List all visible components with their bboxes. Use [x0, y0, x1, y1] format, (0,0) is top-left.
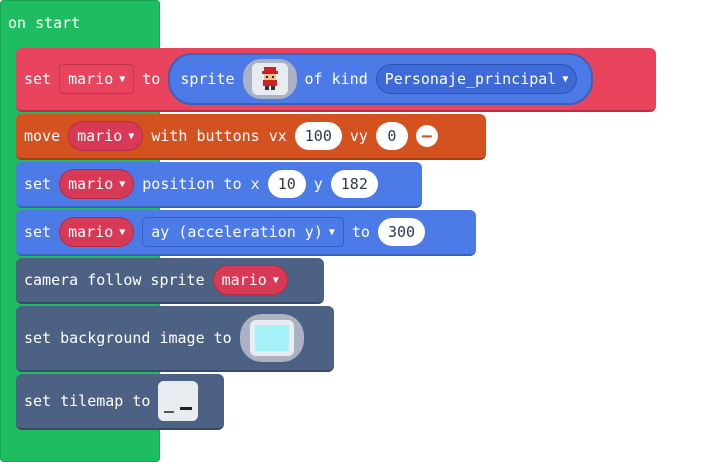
chevron-down-icon: ▼ [119, 178, 126, 190]
to-label: to [142, 70, 161, 88]
set-position-block[interactable]: set mario ▼ position to x 10 y 182 [16, 162, 422, 208]
chevron-down-icon: ▼ [119, 73, 126, 85]
background-image-icon [249, 320, 294, 356]
chevron-down-icon: ▼ [272, 274, 279, 286]
remove-parameter-icon[interactable]: − [415, 125, 438, 147]
set-label: set [24, 70, 52, 88]
variable-dropdown[interactable]: mario ▼ [68, 121, 144, 151]
vx-input[interactable]: 100 [294, 122, 342, 150]
camera-follow-block[interactable]: camera follow sprite mario ▼ [16, 258, 324, 304]
camera-follow-label: camera follow sprite [24, 271, 205, 289]
sprite-label: sprite [180, 70, 235, 88]
vy-input[interactable]: 0 [375, 122, 408, 150]
move-label: move [24, 127, 61, 145]
variable-dropdown[interactable]: mario ▼ [59, 217, 135, 247]
chevron-down-icon: ▼ [328, 226, 335, 238]
variable-dropdown[interactable]: mario ▼ [59, 169, 135, 199]
y-label: y [313, 175, 323, 193]
sprite-create-reporter[interactable]: sprite of kind Personaje_principal ▼ [168, 53, 594, 105]
property-name: ay (acceleration y) [151, 223, 323, 241]
set-sprite-block[interactable]: set mario ▼ to sprite of kind Personaje_… [16, 48, 656, 112]
x-input[interactable]: 10 [267, 170, 306, 198]
set-background-image-block[interactable]: set background image to [16, 306, 334, 372]
variable-dropdown[interactable]: mario ▼ [212, 265, 288, 295]
value-input[interactable]: 300 [377, 218, 426, 246]
position-label: position to x [142, 175, 260, 193]
variable-name: mario [68, 70, 114, 88]
tilemap-slot[interactable] [158, 381, 199, 421]
set-tilemap-block[interactable]: set tilemap to [16, 374, 224, 430]
sprite-image-slot[interactable] [242, 59, 297, 99]
variable-dropdown[interactable]: mario ▼ [59, 64, 135, 94]
set-label: set [24, 223, 52, 241]
set-property-block[interactable]: set mario ▼ ay (acceleration y) ▼ to 300 [16, 210, 476, 256]
set-background-label: set background image to [24, 329, 232, 347]
with-buttons-label: with buttons vx [151, 127, 287, 145]
property-dropdown[interactable]: ay (acceleration y) ▼ [142, 217, 344, 247]
chevron-down-icon: ▼ [562, 73, 569, 85]
vy-label: vy [349, 127, 368, 145]
variable-name: mario [68, 223, 114, 241]
y-input[interactable]: 182 [330, 170, 378, 198]
mario-sprite-icon [251, 63, 288, 95]
set-label: set [24, 175, 52, 193]
of-kind-label: of kind [304, 70, 368, 88]
kind-name: Personaje_principal [384, 70, 557, 88]
tilemap-icon [158, 381, 199, 421]
move-with-buttons-block[interactable]: move mario ▼ with buttons vx 100 vy 0 − [16, 114, 486, 160]
variable-name: mario [221, 271, 267, 289]
to-label: to [351, 223, 370, 241]
set-tilemap-label: set tilemap to [24, 392, 151, 410]
background-image-slot[interactable] [239, 314, 304, 362]
chevron-down-icon: ▼ [119, 226, 126, 238]
on-start-label: on start [8, 14, 81, 32]
variable-name: mario [68, 175, 114, 193]
chevron-down-icon: ▼ [128, 130, 135, 142]
kind-dropdown[interactable]: Personaje_principal ▼ [375, 64, 578, 94]
variable-name: mario [77, 127, 123, 145]
